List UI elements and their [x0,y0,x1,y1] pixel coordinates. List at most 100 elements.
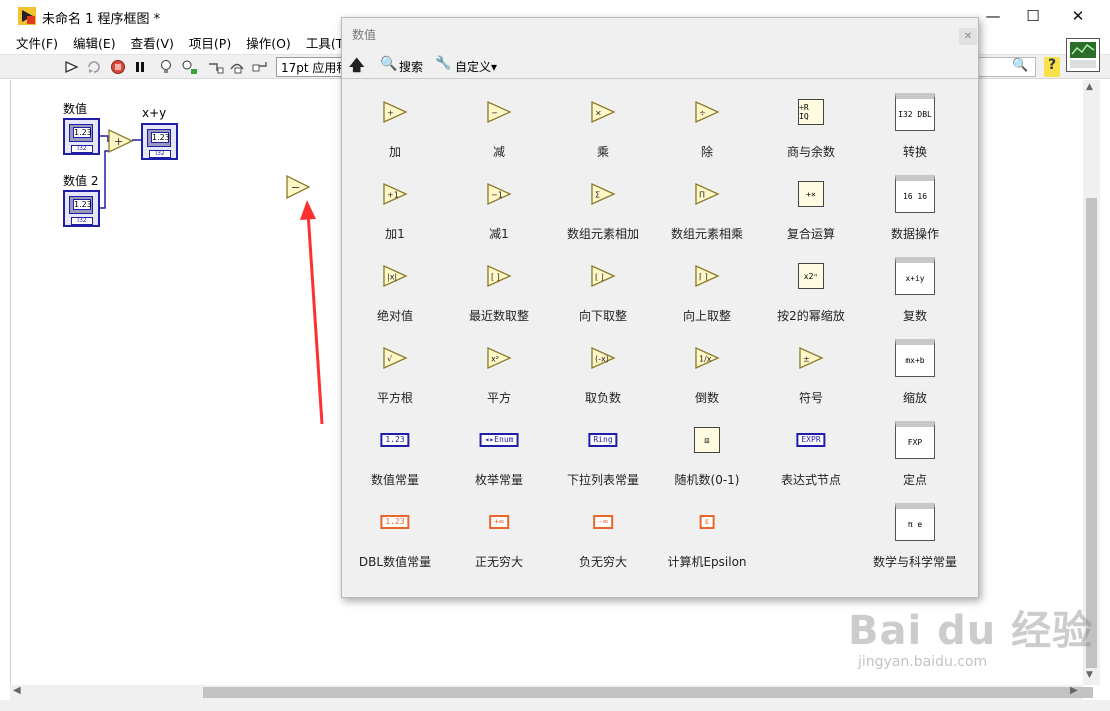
wire-control2[interactable] [100,150,109,209]
svg-text:−1: −1 [491,191,503,200]
scroll-right-icon[interactable]: ▶ [1070,685,1078,696]
palette-item-label: 下拉列表常量 [566,473,639,487]
palette-item-label: 最近数取整 [468,309,529,323]
subtract-function-node[interactable]: − [286,174,311,200]
palette-item[interactable]: x2ⁿ 按2的幂缩放 [759,246,863,326]
palette-item[interactable]: EXPR 表达式节点 [759,410,863,490]
palette-item[interactable]: ⚄ 随机数(0-1) [655,410,759,490]
palette-item-icon: [ ] [486,265,512,287]
wrench-icon[interactable]: 🔧 [435,56,451,71]
scroll-left-icon[interactable]: ◀ [13,685,21,696]
palette-search-button[interactable]: 搜索 [399,58,423,75]
palette-item-label: 除 [700,145,713,159]
step-into-button[interactable] [206,58,226,76]
palette-item[interactable]: ± 符号 [759,328,863,408]
palette-item[interactable]: ⌈ ⌉ 向上取整 [655,246,759,326]
palette-item[interactable]: 1.23 数值常量 [343,410,447,490]
palette-item-label: 转换 [902,145,927,159]
palette-item[interactable]: ◂▸Enum 枚举常量 [447,410,551,490]
palette-item[interactable]: +1 加1 [343,164,447,244]
palette-item[interactable]: ⌊ ⌋ 向下取整 [551,246,655,326]
palette-customize-button[interactable]: 自定义▾ [455,58,497,75]
pause-icon [136,62,144,72]
palette-close-button[interactable]: ✕ [959,28,977,45]
palette-item-label: 乘 [596,145,609,159]
help-icon[interactable]: ? [1044,57,1060,77]
palette-item[interactable]: 1/x 倒数 [655,328,759,408]
vertical-scrollbar[interactable]: ▲ ▼ [1083,80,1100,685]
svg-text:|x|: |x| [387,273,397,282]
palette-divider [342,78,978,79]
font-size-select[interactable]: 17pt 应用程 [276,57,346,77]
run-button[interactable] [62,58,82,76]
abort-button[interactable] [108,58,128,76]
pause-button[interactable] [130,58,150,76]
palette-item[interactable]: x² 平方 [447,328,551,408]
palette-item-label: 倒数 [694,391,719,405]
palette-item[interactable]: 16 16 数据操作 [863,164,967,244]
palette-item[interactable]: FXP 定点 [863,410,967,490]
retain-wire-values-button[interactable] [180,58,200,76]
palette-item[interactable]: √ 平方根 [343,328,447,408]
palette-item[interactable]: +× 复合运算 [759,164,863,244]
menu-view[interactable]: 查看(V) [124,32,182,52]
palette-item[interactable]: |x| 绝对值 [343,246,447,326]
palette-item-icon: (-x) [590,347,616,369]
vi-icon[interactable] [1066,38,1100,72]
palette-item[interactable]: -∞ 负无穷大 [551,492,655,572]
menu-file[interactable]: 文件(F) [0,32,66,52]
run-continuously-button[interactable] [84,58,104,76]
wire-control1[interactable] [100,135,109,142]
palette-item[interactable]: −1 减1 [447,164,551,244]
palette-toolbar: 🡅 🔍 搜索 🔧 自定义▾ [342,52,978,77]
palette-item[interactable]: (-x) 取负数 [551,328,655,408]
svg-text:[ ]: [ ] [491,273,500,282]
palette-item[interactable]: π e 数学与科学常量 [863,492,967,572]
search-icon[interactable]: 🔍 [380,56,397,72]
palette-item[interactable]: +∞ 正无穷大 [447,492,551,572]
palette-item-label: 取负数 [584,391,621,405]
highlight-execution-button[interactable] [156,58,176,76]
palette-item-icon: ⌈ ⌉ [694,265,720,287]
palette-item[interactable]: − 减 [447,82,551,162]
maximize-button[interactable]: ☐ [1010,0,1056,32]
palette-item[interactable]: Ring 下拉列表常量 [551,410,655,490]
palette-item[interactable]: Σ 数组元素相加 [551,164,655,244]
up-arrow-icon[interactable]: 🡅 [349,55,364,80]
search-icon[interactable]: 🔍 [1012,58,1028,73]
menu-project[interactable]: 项目(P) [182,32,239,52]
menu-edit[interactable]: 编辑(E) [66,32,124,52]
palette-item-icon: ⚄ [694,427,720,453]
horizontal-scroll-thumb[interactable] [203,687,1093,698]
palette-item-icon: x2ⁿ [798,263,824,289]
palette-item-icon: ÷ [694,101,720,123]
palette-item[interactable]: ε 计算机Epsilon [655,492,759,572]
palette-item-label: 定点 [902,473,927,487]
palette-item-icon: x² [486,347,512,369]
palette-item[interactable]: I32 DBL 转换 [863,82,967,162]
palette-item[interactable]: + 加 [343,82,447,162]
palette-item[interactable]: × 乘 [551,82,655,162]
minimize-icon: — [985,7,1001,25]
palette-item-icon: Ring [588,433,618,447]
step-over-button[interactable] [228,58,248,76]
scroll-up-icon[interactable]: ▲ [1086,82,1093,92]
palette-item[interactable]: ÷R IQ 商与余数 [759,82,863,162]
svg-text:±: ± [803,355,810,364]
palette-item[interactable]: 1.23 DBL数值常量 [343,492,447,572]
palette-item[interactable]: [ ] 最近数取整 [447,246,551,326]
close-button[interactable]: ✕ [1055,0,1101,32]
palette-item[interactable]: Π 数组元素相乘 [655,164,759,244]
palette-item[interactable]: ÷ 除 [655,82,759,162]
svg-text:⌈ ⌉: ⌈ ⌉ [699,273,708,282]
add-function-node[interactable]: + [108,128,134,154]
palette-item-icon: Π [694,183,720,205]
palette-item-label: 数组元素相乘 [670,227,743,241]
step-out-button[interactable] [250,58,270,76]
palette-item-icon: ± [798,347,824,369]
palette-item-icon: 1.23 [380,515,410,529]
menu-operate[interactable]: 操作(O) [239,32,299,52]
scroll-down-icon[interactable]: ▼ [1086,670,1093,680]
palette-item[interactable]: x+iy 复数 [863,246,967,326]
palette-item[interactable]: mx+b 缩放 [863,328,967,408]
